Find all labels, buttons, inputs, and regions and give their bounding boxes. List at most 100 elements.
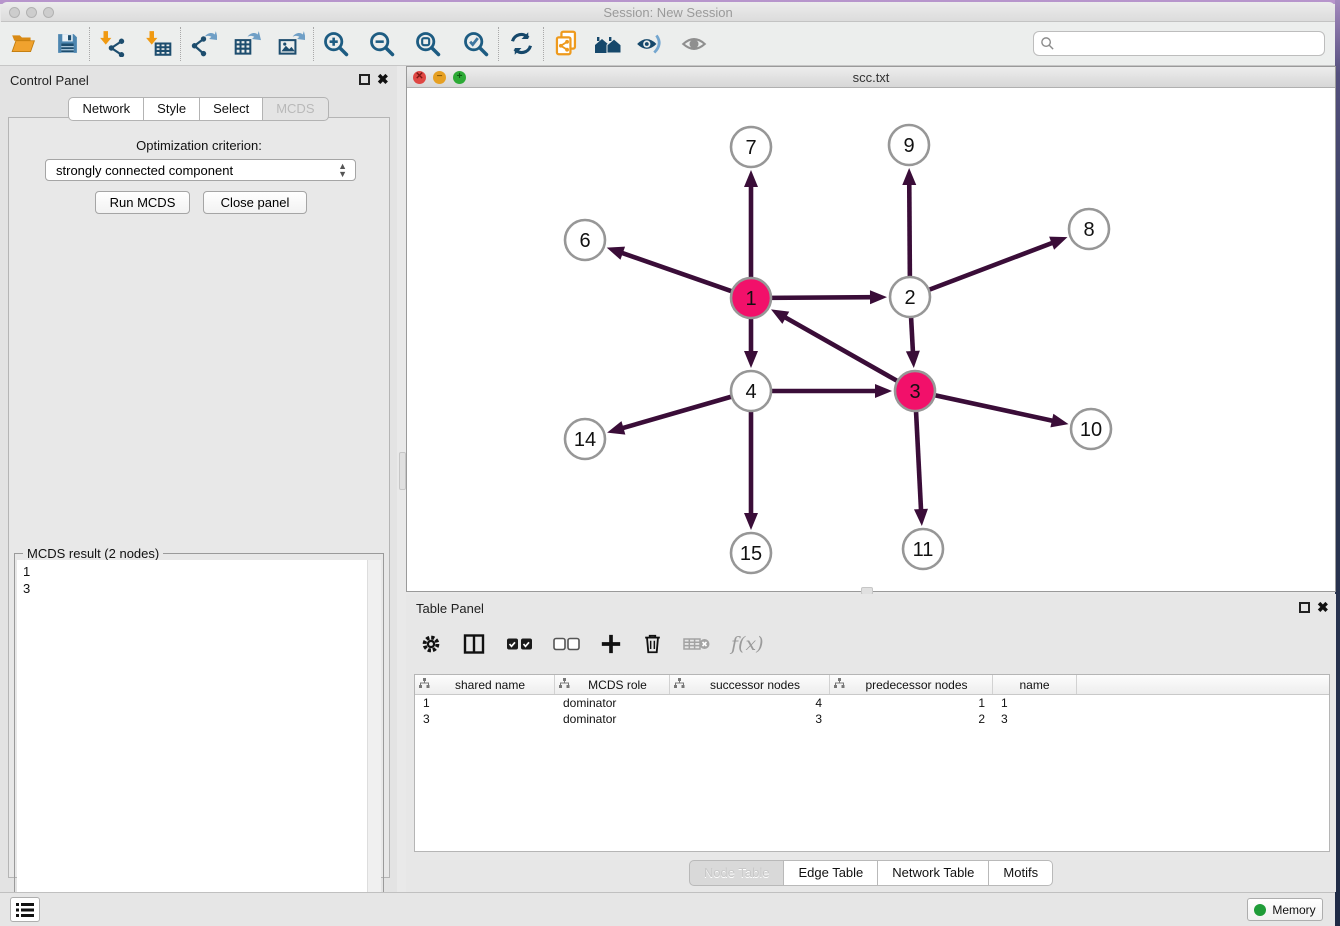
window-titlebar: Session: New Session [1, 2, 1335, 22]
tab-network-table[interactable]: Network Table [878, 860, 989, 886]
graph-edge-1-2[interactable] [769, 297, 873, 298]
tab-motifs[interactable]: Motifs [989, 860, 1053, 886]
import-network-icon[interactable] [97, 28, 127, 60]
apply-preferred-layout-icon[interactable] [506, 28, 536, 60]
table-cell[interactable]: 1 [415, 695, 555, 711]
zoom-selected-icon[interactable] [461, 28, 491, 60]
optimization-criterion-value: strongly connected component [56, 163, 233, 178]
open-session-icon[interactable] [8, 28, 38, 60]
table-cell[interactable]: 3 [993, 711, 1077, 727]
run-mcds-button[interactable]: Run MCDS [95, 191, 190, 214]
task-history-button[interactable] [10, 897, 40, 922]
column-type-icon [559, 678, 570, 692]
graph-edge-1-6[interactable] [620, 252, 734, 292]
table-panel-close-icon[interactable]: ✖ [1317, 599, 1329, 615]
clone-network-icon[interactable] [551, 28, 581, 60]
column-header-predecessor-nodes[interactable]: predecessor nodes [830, 675, 993, 694]
show-all-icon[interactable] [679, 28, 709, 60]
tab-edge-table[interactable]: Edge Table [784, 860, 878, 886]
column-header-label: successor nodes [685, 678, 825, 692]
delete-column-icon[interactable] [642, 633, 663, 655]
graph-node-label: 6 [579, 230, 590, 252]
table-cell[interactable]: 3 [415, 711, 555, 727]
table-options-gear-icon[interactable] [420, 633, 442, 655]
select-stepper-icon: ▲▼ [338, 162, 347, 178]
graph-edge-3-11[interactable] [916, 409, 921, 512]
toolbar-separator [313, 27, 314, 61]
column-header-mcds-role[interactable]: MCDS role [555, 675, 670, 694]
column-header-label: predecessor nodes [845, 678, 988, 692]
column-header-shared-name[interactable]: shared name [415, 675, 555, 694]
deselect-all-columns-icon[interactable] [553, 636, 580, 652]
graph-edge-4-14[interactable] [621, 396, 734, 429]
table-row-0[interactable]: 1dominator411 [415, 695, 1329, 711]
toolbar-separator [180, 27, 181, 61]
control-panel-close-icon[interactable]: ✖ [377, 71, 389, 87]
hide-selected-icon[interactable] [635, 28, 665, 60]
optimization-criterion-select[interactable]: strongly connected component ▲▼ [45, 159, 356, 181]
table-cell[interactable]: 3 [670, 711, 830, 727]
close-panel-button[interactable]: Close panel [203, 191, 307, 214]
select-all-columns-icon[interactable] [506, 636, 533, 652]
tab-select[interactable]: Select [200, 97, 263, 121]
tab-network[interactable]: Network [68, 97, 144, 121]
control-panel-float-button[interactable] [359, 74, 370, 85]
table-cell[interactable]: 1 [993, 695, 1077, 711]
table-cell[interactable]: dominator [555, 711, 670, 727]
graph-node-label: 9 [903, 135, 914, 157]
show-columns-icon[interactable] [462, 632, 486, 656]
graph-edge-arrow [1050, 414, 1068, 428]
save-session-icon[interactable] [52, 28, 82, 60]
function-builder-icon: f(x) [731, 633, 764, 655]
graph-edge-arrow [906, 351, 920, 368]
export-network-icon[interactable] [188, 28, 218, 60]
memory-button[interactable]: Memory [1247, 898, 1323, 921]
first-neighbors-icon[interactable] [593, 28, 623, 60]
column-header-successor-nodes[interactable]: successor nodes [670, 675, 830, 694]
zoom-fit-icon[interactable] [413, 28, 443, 60]
table-panel-float-button[interactable] [1299, 602, 1310, 613]
graph-edge-arrow [914, 509, 928, 526]
search-box [1033, 31, 1325, 56]
status-bar: Memory [0, 892, 1335, 926]
tab-node-table[interactable]: Node Table [689, 860, 785, 886]
column-header-name[interactable]: name [993, 675, 1077, 694]
graph-node-label: 1 [745, 288, 756, 310]
graph-node-label: 4 [745, 381, 756, 403]
export-image-icon[interactable] [276, 28, 306, 60]
search-input[interactable] [1033, 31, 1325, 56]
search-icon [1040, 36, 1055, 56]
control-panel-title: Control Panel [10, 73, 89, 88]
optimization-criterion-label: Optimization criterion: [9, 138, 389, 153]
table-cell[interactable]: 4 [670, 695, 830, 711]
mcds-result-group: MCDS result (2 nodes) 1 3 [14, 553, 384, 926]
table-cell[interactable]: 1 [830, 695, 993, 711]
graph-edge-2-9[interactable] [909, 182, 910, 279]
graph-node-label: 2 [904, 287, 915, 309]
zoom-in-icon[interactable] [321, 28, 351, 60]
graph-edge-2-3[interactable] [911, 315, 913, 354]
tab-mcds[interactable]: MCDS [263, 97, 328, 121]
add-column-icon[interactable] [600, 633, 622, 655]
graph-node-label: 3 [909, 381, 920, 403]
network-window-titlebar: ✕ − + scc.txt [407, 67, 1335, 88]
table-row-1[interactable]: 3dominator323 [415, 711, 1329, 727]
graph-edge-3-1[interactable] [783, 316, 899, 382]
export-table-icon[interactable] [232, 28, 262, 60]
network-canvas[interactable]: 7968124314101511 [407, 89, 1335, 591]
tab-style[interactable]: Style [144, 97, 200, 121]
toolbar-separator [498, 27, 499, 61]
table-cell[interactable]: dominator [555, 695, 670, 711]
column-header-label: MCDS role [570, 678, 665, 692]
table-cell[interactable]: 2 [830, 711, 993, 727]
mcds-result-textarea[interactable]: 1 3 [17, 560, 367, 924]
zoom-out-icon[interactable] [367, 28, 397, 60]
mcds-result-scrollbar[interactable] [367, 560, 381, 924]
graph-edge-2-8[interactable] [927, 242, 1055, 290]
graph-edge-3-10[interactable] [933, 395, 1055, 421]
table-panel-tabs: Node TableEdge TableNetwork TableMotifs [406, 860, 1336, 886]
toolbar-separator [89, 27, 90, 61]
import-table-icon[interactable] [143, 28, 173, 60]
splitter-handle[interactable] [399, 452, 406, 490]
delete-table-icon [683, 635, 711, 653]
